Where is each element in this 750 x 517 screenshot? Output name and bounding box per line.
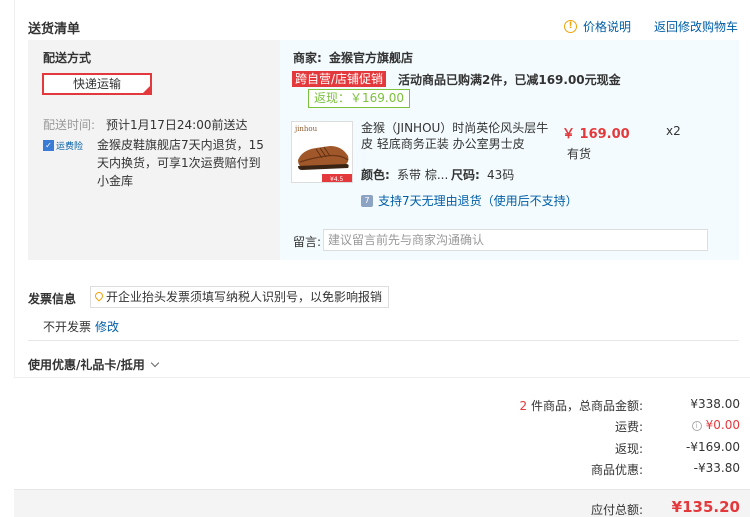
product-price: ￥ 169.00 xyxy=(562,127,630,142)
invoice-tip: 开企业抬头发票须填写纳税人识别号，以免影响报销 xyxy=(90,286,390,308)
delivery-time-label: 配送时间: xyxy=(43,118,96,132)
thumbnail-price-text: ¥4.5 xyxy=(330,176,344,183)
coupon-label: 使用优惠/礼品卡/抵用 xyxy=(28,358,145,372)
delivery-method-label: 配送方式 xyxy=(43,51,92,65)
summary-discount-value: -¥33.80 xyxy=(693,461,740,475)
shoe-image: jinhou ¥4.5 xyxy=(292,122,352,183)
shipping-insurance-tag[interactable]: ✓ 运费险 xyxy=(43,139,83,152)
warning-circle-icon: ! xyxy=(564,20,577,33)
summary-shipping-label: 运费: xyxy=(614,420,643,434)
color-value: 系带 棕... xyxy=(397,168,449,182)
goods-label-text: 件商品，总商品金额: xyxy=(527,399,643,413)
return-policy-text: 支持7天无理由退货（使用后不支持） xyxy=(378,194,578,208)
chevron-down-icon xyxy=(150,358,160,367)
express-shipping-button[interactable]: 快递运输 xyxy=(42,73,152,95)
price-note-label: 价格说明 xyxy=(583,20,632,34)
size-value: 43码 xyxy=(487,168,515,182)
return-policy-link[interactable]: 7 支持7天无理由退货（使用后不支持） xyxy=(361,192,578,209)
size-label: 尺码: xyxy=(451,168,480,182)
color-label: 颜色: xyxy=(361,168,390,182)
summary-rebate-label: 返现: xyxy=(614,442,643,456)
summary-goods-label: 2 件商品，总商品金额: xyxy=(520,397,644,414)
product-quantity: x2 xyxy=(666,124,681,138)
message-label: 留言: xyxy=(293,235,322,249)
stock-status: 有货 xyxy=(567,147,592,161)
location-pin-icon xyxy=(95,292,103,303)
merchant-name: 金猴官方旗舰店 xyxy=(329,51,414,65)
product-thumbnail[interactable]: jinhou ¥4.5 xyxy=(291,121,353,183)
thumbnail-brand-text: jinhou xyxy=(294,125,318,133)
item-count: 2 xyxy=(519,399,528,413)
coupon-toggle[interactable]: 使用优惠/礼品卡/抵用 xyxy=(28,356,160,373)
promotion-text: 活动商品已购满2件，已减169.00元现金 xyxy=(398,73,621,87)
invoice-tip-text: 开企业抬头发票须填写纳税人识别号，以免影响报销 xyxy=(106,290,383,304)
promotion-badge: 跨自营/店铺促销 xyxy=(292,71,387,87)
invoice-value: 不开发票 xyxy=(43,320,92,334)
express-shipping-label: 快递运输 xyxy=(72,77,121,91)
section-title: 送货清单 xyxy=(28,22,81,37)
message-input[interactable] xyxy=(323,229,708,251)
summary-rebate-value: -¥169.00 xyxy=(686,440,740,454)
rebate-badge: 返现：￥169.00 xyxy=(308,89,410,108)
delivery-time-value: 预计1月17日24:00前送达 xyxy=(106,118,248,132)
invoice-edit-link[interactable]: 修改 xyxy=(95,318,119,335)
divider xyxy=(28,340,739,341)
summary-shipping-value-wrap: i ¥0.00 xyxy=(691,418,740,432)
return-badge-icon: 7 xyxy=(361,194,373,207)
price-note-link[interactable]: ! 价格说明 xyxy=(564,18,631,35)
insurance-description: 金猴皮鞋旗舰店7天内退货，15天内换货，可享1次运费赔付到小金库 xyxy=(97,138,264,188)
summary-goods-value: ¥338.00 xyxy=(690,397,740,411)
selected-check-icon xyxy=(143,77,151,95)
summary-shipping-value: ¥0.00 xyxy=(705,418,740,432)
invoice-label: 发票信息 xyxy=(28,292,77,306)
insurance-tag-label: 运费险 xyxy=(56,142,84,152)
back-to-cart-link[interactable]: 返回修改购物车 xyxy=(654,18,738,35)
merchant-label: 商家: xyxy=(293,51,322,65)
total-label: 应付总额: xyxy=(590,503,643,517)
product-name-link[interactable]: 金猴（JINHOU）时尚英伦风头层牛皮 轻底商务正装 办公室男士皮 xyxy=(361,120,551,152)
total-value: ¥135.20 xyxy=(671,498,740,516)
info-circle-icon[interactable]: i xyxy=(691,421,702,431)
shield-tag-icon: ✓ xyxy=(43,140,54,151)
summary-discount-label: 商品优惠: xyxy=(590,463,643,477)
